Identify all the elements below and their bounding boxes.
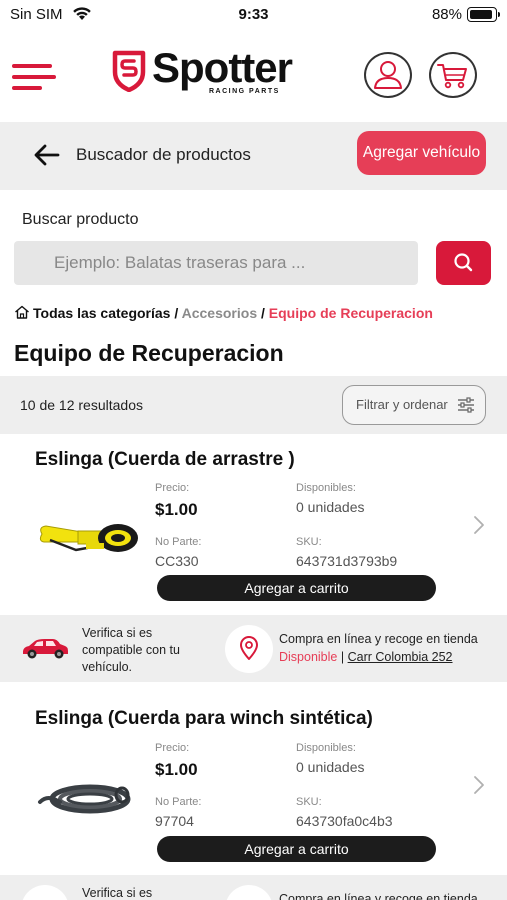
breadcrumb: Todas las categorías / Accesorios / Equi… (14, 305, 433, 321)
search-button[interactable] (436, 241, 491, 285)
compatibility-text[interactable]: Verifica si es compatible con tu vehícul… (82, 625, 202, 676)
results-count: 10 de 12 resultados (20, 397, 143, 413)
shopping-cart-icon (437, 64, 467, 89)
product-name[interactable]: Eslinga (Cuerda para winch sintética) (35, 708, 373, 730)
pickup-title: Compra en línea y recoge en tienda (279, 632, 478, 646)
filter-sort-button[interactable]: Filtrar y ordenar (342, 385, 486, 425)
pickup-separator: | (340, 650, 345, 664)
available-label: Disponibles: (296, 742, 356, 754)
location-pin-badge (225, 885, 273, 900)
chevron-right-icon[interactable] (472, 775, 486, 795)
available-label: Disponibles: (296, 482, 356, 494)
home-icon[interactable] (14, 305, 30, 319)
breadcrumb-current: Equipo de Recuperacion (268, 305, 433, 321)
cart-button[interactable] (429, 52, 477, 98)
filter-sort-label: Filtrar y ordenar (356, 397, 448, 412)
product-part-no: 97704 (155, 813, 194, 829)
breadcrumb-all-categories[interactable]: Todas las categorías (33, 305, 170, 321)
part-no-label: No Parte: (155, 536, 202, 548)
add-to-cart-button[interactable]: Agregar a carrito (157, 575, 436, 601)
product-part-no: CC330 (155, 553, 199, 569)
yellow-tow-strap-image (39, 524, 138, 552)
availability-strip: Verifica si es compatible con tu vehícul… (0, 615, 507, 682)
product-sku: 643731d3793b9 (296, 553, 398, 569)
search-icon (454, 253, 473, 272)
breadcrumb-separator: / (261, 305, 265, 321)
grey-winch-rope-image (38, 784, 131, 814)
location-pin-icon (240, 636, 258, 660)
compatibility-text[interactable]: Verifica si es (82, 885, 202, 900)
chevron-right-icon[interactable] (472, 515, 486, 535)
account-button[interactable] (364, 52, 412, 98)
breadcrumb-accesorios[interactable]: Accesorios (182, 305, 257, 321)
clock: 9:33 (238, 6, 269, 23)
search-header-bar: Buscador de productos Agregar vehículo (0, 122, 507, 190)
part-no-label: No Parte: (155, 796, 202, 808)
shield-logo-icon (112, 50, 146, 92)
breadcrumb-separator: / (174, 305, 179, 321)
battery-percentage: 88% (431, 6, 462, 23)
availability-strip: Verifica si es Compra en línea y recoge … (0, 875, 507, 900)
product-card[interactable]: Eslinga (Cuerda para winch sintética) Pr… (0, 682, 507, 862)
pickup-title: Compra en línea y recoge en tienda (279, 892, 478, 900)
location-pin-badge (225, 625, 273, 673)
product-price: $1.00 (155, 500, 198, 519)
product-available: 0 unidades (296, 759, 365, 775)
status-bar: Sin SIM 9:33 88% (0, 0, 507, 34)
car-icon[interactable] (21, 636, 69, 660)
sliders-icon (458, 397, 474, 413)
add-to-cart-button[interactable]: Agregar a carrito (157, 836, 436, 862)
hamburger-menu-icon[interactable] (12, 64, 56, 92)
price-label: Precio: (155, 742, 190, 754)
page-title: Equipo de Recuperacion (14, 340, 284, 366)
results-bar: 10 de 12 resultados Filtrar y ordenar (0, 376, 507, 434)
product-name[interactable]: Eslinga (Cuerda de arrastre ) (35, 449, 295, 471)
back-arrow-icon[interactable] (32, 140, 62, 170)
product-price: $1.00 (155, 760, 198, 779)
pickup-available-status: Disponible (279, 650, 338, 664)
product-card[interactable]: Eslinga (Cuerda de arrastre ) Precio: $1… (0, 434, 507, 614)
product-available: 0 unidades (296, 499, 365, 515)
battery-icon (467, 7, 500, 22)
sku-label: SKU: (296, 536, 322, 548)
app-header: Spotter RACING PARTS (0, 34, 507, 122)
brand-logo[interactable]: Spotter RACING PARTS (112, 44, 312, 100)
pickup-store-link[interactable]: Carr Colombia 252 (348, 650, 453, 664)
brand-tagline: RACING PARTS (209, 88, 280, 95)
search-label: Buscar producto (22, 211, 139, 228)
search-header-title: Buscador de productos (76, 145, 251, 164)
user-icon (374, 61, 402, 89)
brand-wordmark: Spotter (152, 44, 293, 91)
price-label: Precio: (155, 482, 190, 494)
sku-label: SKU: (296, 796, 322, 808)
search-input[interactable]: Ejemplo: Balatas traseras para ... (14, 241, 418, 285)
product-sku: 643730fa0c4b3 (296, 813, 393, 829)
add-vehicle-button[interactable]: Agregar vehículo (357, 131, 486, 175)
car-icon-badge (21, 885, 69, 900)
pickup-status-line: Disponible | Carr Colombia 252 (279, 650, 453, 664)
